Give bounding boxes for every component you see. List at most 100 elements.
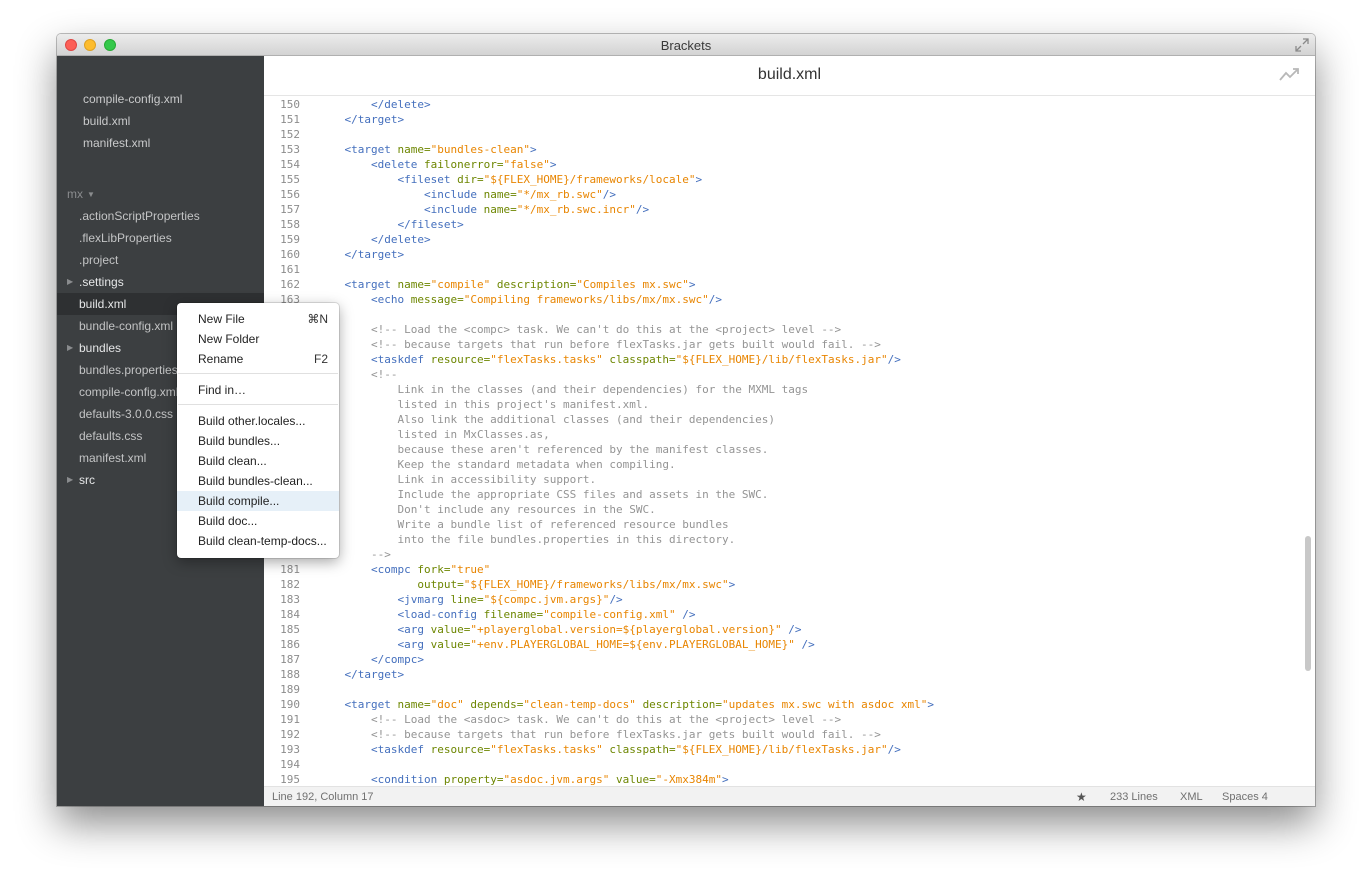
tree-folder[interactable]: .settings bbox=[79, 275, 124, 289]
code-token: failonerror= bbox=[423, 158, 504, 171]
live-preview-icon[interactable] bbox=[1279, 68, 1299, 82]
tree-file[interactable]: .project bbox=[79, 253, 118, 267]
line-number[interactable]: 157 bbox=[264, 202, 300, 217]
line-number[interactable]: 192 bbox=[264, 727, 300, 742]
line-number[interactable]: 187 bbox=[264, 652, 300, 667]
vertical-scrollbar[interactable] bbox=[1305, 536, 1311, 671]
window-title: Brackets bbox=[660, 38, 712, 53]
line-number[interactable]: 193 bbox=[264, 742, 300, 757]
tree-file[interactable]: bundles.properties bbox=[79, 363, 178, 377]
code-text: <taskdef resource="flexTasks.tasks" clas… bbox=[318, 352, 901, 367]
code-editor[interactable]: 150 </delete> 151 </target> 152 153 <target… bbox=[264, 96, 1315, 786]
line-number[interactable]: 190 bbox=[264, 697, 300, 712]
line-number[interactable]: 186 bbox=[264, 637, 300, 652]
tree-folder[interactable]: src bbox=[79, 473, 95, 487]
code-token: "*/mx_rb.swc.incr" bbox=[516, 203, 636, 216]
code-token: "flexTasks.tasks" bbox=[490, 353, 610, 366]
menu-item-shortcut: F2 bbox=[313, 352, 328, 366]
tree-file[interactable]: defaults.css bbox=[79, 429, 142, 443]
code-token: "false" bbox=[503, 158, 550, 171]
menu-item-build-bundles[interactable]: Build bundles... bbox=[177, 431, 339, 451]
tree-file[interactable]: build.xml bbox=[79, 297, 126, 311]
line-number[interactable]: 185 bbox=[264, 622, 300, 637]
menu-item-new-folder[interactable]: New Folder bbox=[177, 329, 339, 349]
line-number[interactable]: 155 bbox=[264, 172, 300, 187]
line-number[interactable]: 195 bbox=[264, 772, 300, 786]
code-token: output= bbox=[417, 578, 464, 591]
menu-item-build-compile[interactable]: Build compile... bbox=[177, 491, 339, 511]
line-number[interactable]: 184 bbox=[264, 607, 300, 622]
line-number[interactable]: 160 bbox=[264, 247, 300, 262]
line-number[interactable]: 151 bbox=[264, 112, 300, 127]
code-token: "${FLEX_HOME}/lib/flexTasks.jar" bbox=[675, 353, 888, 366]
menu-item-build-clean[interactable]: Build clean... bbox=[177, 451, 339, 471]
code-token: line= bbox=[450, 593, 484, 606]
line-number[interactable]: 162 bbox=[264, 277, 300, 292]
tree-file[interactable]: bundle-config.xml bbox=[79, 319, 173, 333]
code-token: </delete> bbox=[370, 233, 431, 246]
line-number[interactable]: 161 bbox=[264, 262, 300, 277]
menu-item-find-in[interactable]: Find in… bbox=[177, 380, 339, 400]
code-text: <load-config filename="compile-config.xm… bbox=[318, 607, 695, 622]
code-token: depends= bbox=[470, 698, 524, 711]
menu-item-build-bundles-clean[interactable]: Build bundles-clean... bbox=[177, 471, 339, 491]
line-number[interactable]: 153 bbox=[264, 142, 300, 157]
line-number[interactable]: 158 bbox=[264, 217, 300, 232]
code-text: </delete> bbox=[318, 97, 431, 112]
line-number[interactable]: 152 bbox=[264, 127, 300, 142]
line-number[interactable]: 150 bbox=[264, 97, 300, 112]
code-text: <include name="*/mx_rb.swc"/> bbox=[318, 187, 616, 202]
code-token: property= bbox=[443, 773, 504, 786]
line-number[interactable]: 182 bbox=[264, 577, 300, 592]
code-text: <arg value="+env.PLAYERGLOBAL_HOME=${env… bbox=[318, 637, 814, 652]
line-number[interactable]: 156 bbox=[264, 187, 300, 202]
line-number[interactable]: 188 bbox=[264, 667, 300, 682]
line-number[interactable]: 183 bbox=[264, 592, 300, 607]
tree-file[interactable]: .actionScriptProperties bbox=[79, 209, 200, 223]
menu-item-new-file[interactable]: New File ⌘N bbox=[177, 309, 339, 329]
code-token: value= bbox=[430, 638, 471, 651]
folder-expand-arrow-icon[interactable]: ▶ bbox=[67, 475, 73, 484]
code-text: Link in accessibility support. bbox=[318, 472, 596, 487]
star-icon[interactable]: ★ bbox=[1076, 790, 1087, 804]
code-token: > bbox=[529, 143, 537, 156]
line-number[interactable]: 159 bbox=[264, 232, 300, 247]
menu-item-rename[interactable]: Rename F2 bbox=[177, 349, 339, 369]
working-set-item[interactable]: build.xml bbox=[83, 114, 130, 128]
code-text: because these aren't referenced by the m… bbox=[318, 442, 768, 457]
tree-folder[interactable]: bundles bbox=[79, 341, 121, 355]
code-text: <jvmarg line="${compc.jvm.args}"/> bbox=[318, 592, 622, 607]
working-set-item[interactable]: compile-config.xml bbox=[83, 92, 182, 106]
code-token: <!-- Load the <compc> task. We can't do … bbox=[318, 323, 842, 336]
language-selector[interactable]: XML bbox=[1180, 791, 1203, 803]
menu-item-build-clean-temp-docs[interactable]: Build clean-temp-docs... bbox=[177, 531, 339, 551]
line-number[interactable]: 154 bbox=[264, 157, 300, 172]
code-text: </target> bbox=[318, 112, 405, 127]
working-set-item[interactable]: manifest.xml bbox=[83, 136, 150, 150]
code-text: <target name="compile" description="Comp… bbox=[318, 277, 696, 292]
folder-expand-arrow-icon[interactable]: ▶ bbox=[67, 277, 73, 286]
line-number[interactable]: 194 bbox=[264, 757, 300, 772]
project-dropdown[interactable]: mx ▼ bbox=[67, 187, 95, 201]
code-token: /> bbox=[887, 353, 901, 366]
line-number[interactable]: 189 bbox=[264, 682, 300, 697]
code-token: name= bbox=[483, 203, 517, 216]
fullscreen-icon[interactable] bbox=[1295, 38, 1309, 52]
tree-file[interactable]: compile-config.xml bbox=[79, 385, 178, 399]
tree-file[interactable]: defaults-3.0.0.css bbox=[79, 407, 173, 421]
menu-item-build-doc[interactable]: Build doc... bbox=[177, 511, 339, 531]
indent-setting[interactable]: Spaces 4 bbox=[1222, 791, 1268, 803]
code-token: name= bbox=[397, 143, 431, 156]
code-token: resource= bbox=[430, 743, 491, 756]
line-number[interactable]: 181 bbox=[264, 562, 300, 577]
tree-file[interactable]: manifest.xml bbox=[79, 451, 146, 465]
menu-item-build-other-locales[interactable]: Build other.locales... bbox=[177, 411, 339, 431]
tree-file[interactable]: .flexLibProperties bbox=[79, 231, 172, 245]
code-token: Write a bundle list of referenced resour… bbox=[318, 518, 729, 531]
folder-expand-arrow-icon[interactable]: ▶ bbox=[67, 343, 73, 352]
line-number[interactable]: 191 bbox=[264, 712, 300, 727]
code-token: value= bbox=[430, 623, 471, 636]
